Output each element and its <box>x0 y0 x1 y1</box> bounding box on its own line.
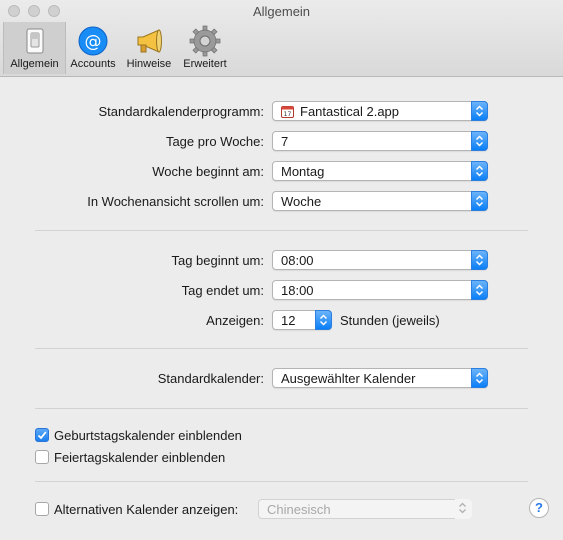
tab-erweitert-label: Erweitert <box>183 58 227 70</box>
window-title: Allgemein <box>252 4 311 19</box>
up-down-arrows-icon <box>475 372 484 384</box>
tab-erweitert[interactable]: Erweitert <box>178 22 232 74</box>
holidays-label[interactable]: Feiertagskalender einblenden <box>54 450 225 465</box>
up-down-arrows-icon <box>319 314 328 326</box>
week-scroll-label: In Wochenansicht scrollen um: <box>87 194 264 209</box>
day-end-label: Tag endet um: <box>181 283 264 298</box>
week-start-value: Montag <box>281 164 325 179</box>
show-hours-suffix: Stunden (jeweils) <box>340 313 440 328</box>
switch-icon <box>26 28 43 54</box>
preferences-window: Allgemein Allgemein @ Accounts Hinweise … <box>0 0 563 540</box>
separator <box>35 348 528 349</box>
calendar-app-icon: 17 <box>281 106 294 118</box>
svg-text:17: 17 <box>284 111 292 118</box>
day-start-stepper <box>471 250 488 270</box>
show-hours-value: 12 <box>281 313 296 328</box>
default-app-stepper <box>471 101 488 121</box>
default-app-label: Standardkalenderprogramm: <box>98 104 264 119</box>
at-sign-icon: @ <box>78 26 108 56</box>
tab-hinweise[interactable]: Hinweise <box>122 22 176 74</box>
day-start-value: 08:00 <box>281 253 314 268</box>
week-start-stepper <box>471 161 488 181</box>
day-end-stepper <box>471 280 488 300</box>
week-start-label: Woche beginnt am: <box>152 164 264 179</box>
alternative-calendar-label[interactable]: Alternativen Kalender anzeigen: <box>54 502 238 517</box>
holidays-checkbox[interactable] <box>35 450 49 464</box>
days-per-week-value: 7 <box>281 134 289 149</box>
tab-hinweise-label: Hinweise <box>126 58 172 70</box>
week-scroll-popup[interactable]: Woche <box>272 191 488 211</box>
day-end-value: 18:00 <box>281 283 314 298</box>
alternative-calendar-checkbox[interactable] <box>35 502 49 516</box>
up-down-arrows-icon <box>475 284 484 296</box>
up-down-arrows-icon <box>475 135 484 147</box>
help-button[interactable]: ? <box>529 498 549 518</box>
separator <box>35 481 528 482</box>
checkmark-icon <box>37 431 47 440</box>
birthdays-label[interactable]: Geburtstagskalender einblenden <box>54 428 242 443</box>
tab-allgemein-label: Allgemein <box>10 58 59 70</box>
show-hours-popup[interactable]: 12 <box>272 310 332 330</box>
show-hours-label: Anzeigen: <box>206 313 264 328</box>
up-down-arrows-icon <box>475 254 484 266</box>
days-per-week-label: Tage pro Woche: <box>165 134 264 149</box>
separator <box>35 230 528 231</box>
week-scroll-stepper <box>471 191 488 211</box>
days-per-week-popup[interactable]: 7 <box>272 131 488 151</box>
default-calendar-popup[interactable]: Ausgewählter Kalender <box>272 368 488 388</box>
week-start-popup[interactable]: Montag <box>272 161 488 181</box>
alternative-calendar-value: Chinesisch <box>267 502 331 517</box>
day-end-popup[interactable]: 18:00 <box>272 280 488 300</box>
up-down-arrows-icon <box>475 105 484 117</box>
svg-text:@: @ <box>85 32 102 52</box>
default-app-popup[interactable]: 17 Fantastical 2.app <box>272 101 488 121</box>
title-bar: Allgemein Allgemein @ Accounts Hinweise … <box>0 0 563 77</box>
alternative-calendar-stepper <box>455 499 472 519</box>
tab-allgemein[interactable]: Allgemein <box>3 22 66 74</box>
show-hours-stepper <box>315 310 332 330</box>
default-calendar-label: Standardkalender: <box>157 371 264 386</box>
up-down-arrows-icon <box>475 165 484 177</box>
week-scroll-value: Woche <box>281 194 322 209</box>
megaphone-icon <box>137 29 162 53</box>
default-calendar-value: Ausgewählter Kalender <box>281 371 416 386</box>
alternative-calendar-popup: Chinesisch <box>258 499 472 519</box>
days-per-week-stepper <box>471 131 488 151</box>
tab-accounts-label: Accounts <box>70 58 116 70</box>
default-calendar-stepper <box>471 368 488 388</box>
gear-icon <box>189 25 221 57</box>
day-start-label: Tag beginnt um: <box>171 253 264 268</box>
separator <box>35 408 528 409</box>
default-app-value: Fantastical 2.app <box>300 104 400 119</box>
birthdays-checkbox[interactable] <box>35 428 49 442</box>
day-start-popup[interactable]: 08:00 <box>272 250 488 270</box>
up-down-arrows-icon <box>459 502 466 514</box>
tab-accounts[interactable]: @ Accounts <box>66 22 120 74</box>
up-down-arrows-icon <box>475 195 484 207</box>
